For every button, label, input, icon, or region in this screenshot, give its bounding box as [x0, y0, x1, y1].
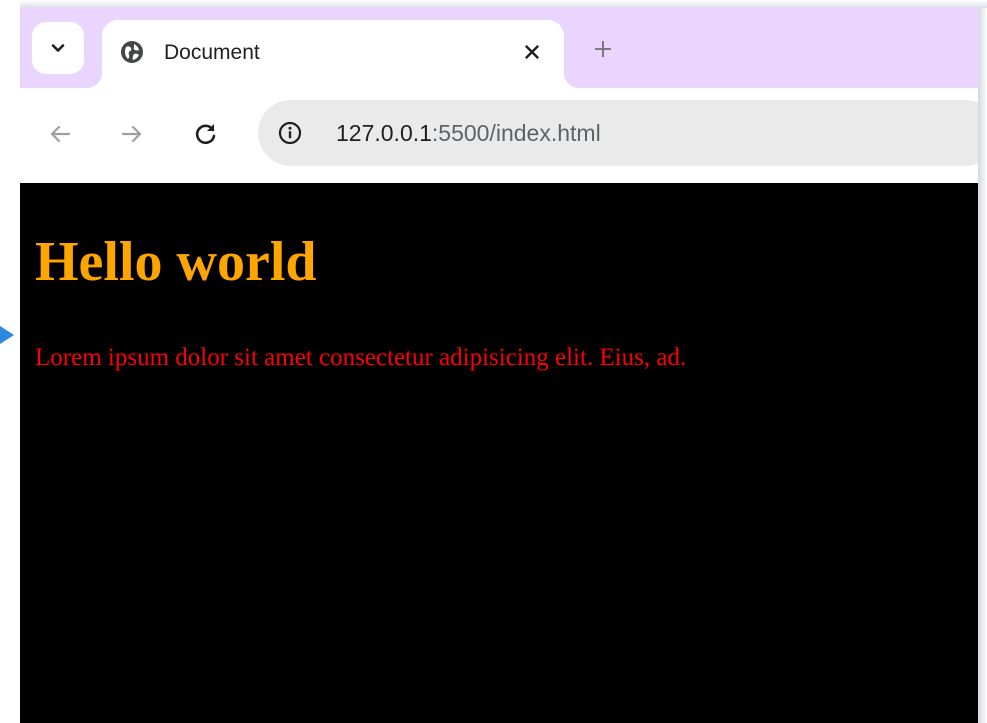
close-tab-button[interactable]: [518, 38, 546, 66]
page-heading: Hello world: [35, 231, 317, 293]
page-content: Hello world Lorem ipsum dolor sit amet c…: [20, 183, 978, 723]
globe-icon: [121, 41, 143, 63]
close-icon: [525, 45, 539, 59]
tab-strip: Document: [20, 8, 978, 88]
window-shadow-top: [20, 0, 987, 8]
browser-toolbar: 127.0.0.1:5500/index.html: [20, 88, 978, 183]
url-text[interactable]: 127.0.0.1:5500/index.html: [336, 119, 601, 147]
tab-search-button[interactable]: [32, 22, 84, 74]
reload-icon: [195, 124, 216, 145]
url-host: 127.0.0.1: [336, 120, 432, 146]
tab-title: Document: [164, 41, 260, 64]
info-icon[interactable]: [278, 121, 302, 145]
address-bar[interactable]: 127.0.0.1:5500/index.html: [258, 100, 978, 166]
pointer-arrow-icon: [0, 326, 14, 344]
page-paragraph: Lorem ipsum dolor sit amet consectetur a…: [35, 344, 687, 371]
browser-window: Document 127.0.0.1:5500/index.html Hello…: [20, 8, 978, 723]
chevron-down-icon: [51, 44, 65, 52]
reload-button[interactable]: [190, 118, 222, 150]
forward-arrow-icon: [121, 125, 142, 143]
forward-button[interactable]: [116, 118, 148, 150]
back-arrow-icon: [50, 125, 71, 143]
back-button[interactable]: [44, 118, 76, 150]
tab-document[interactable]: Document: [86, 20, 580, 88]
window-shadow-right: [978, 8, 987, 723]
plus-icon: [595, 41, 611, 57]
new-tab-button[interactable]: [588, 34, 618, 64]
url-path: :5500/index.html: [431, 120, 601, 146]
